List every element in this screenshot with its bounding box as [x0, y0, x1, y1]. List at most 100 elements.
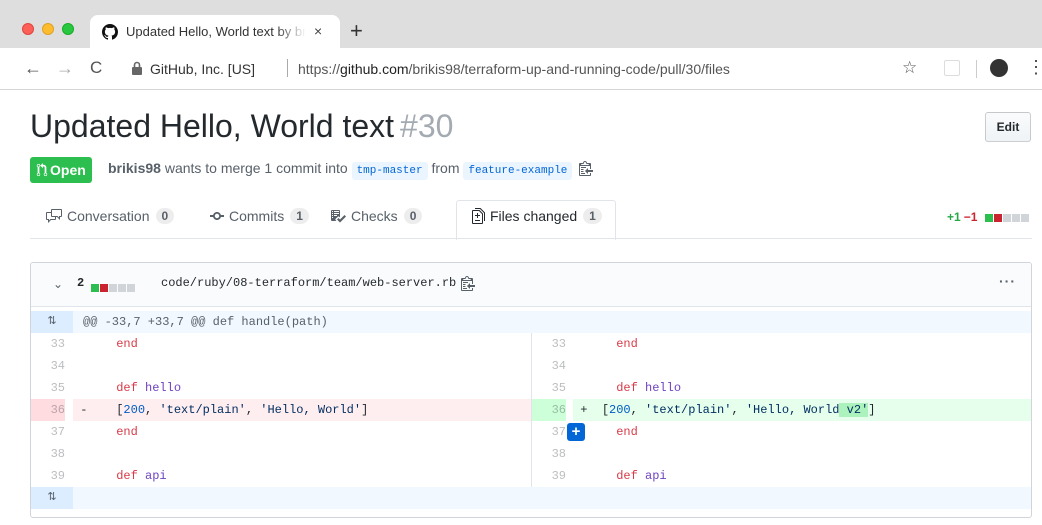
- expand-down-icon[interactable]: ⇅: [31, 487, 73, 509]
- deletions-count: −1: [963, 210, 978, 224]
- base-branch[interactable]: tmp-master: [351, 162, 428, 180]
- browser-menu-icon[interactable]: ⋮: [1027, 57, 1042, 77]
- tab-files-changed-label: Files changed: [490, 208, 578, 224]
- status-badge: Open: [30, 157, 92, 183]
- url-path: /brikis98/terraform-up-and-running-code/…: [408, 61, 730, 77]
- diffstat-blocks: [984, 211, 1030, 225]
- hunk-header: ⇅ @@ -33,7 +33,7 @@ def handle(path): [31, 311, 1031, 333]
- tab-commits-label: Commits: [229, 208, 285, 224]
- left-line-number[interactable]: 34: [31, 355, 65, 377]
- lock-icon[interactable]: [132, 61, 142, 75]
- expand-up-icon[interactable]: ⇅: [31, 311, 73, 333]
- add-comment-button[interactable]: +: [567, 423, 585, 441]
- maximize-window-button[interactable]: [62, 23, 74, 35]
- left-line-number[interactable]: 38: [31, 443, 65, 465]
- copy-path-icon[interactable]: [461, 275, 475, 291]
- diff-line: 35 def hello 35 def hello: [31, 377, 1031, 399]
- close-window-button[interactable]: [22, 23, 34, 35]
- status-label: Open: [50, 162, 86, 178]
- left-code: def api: [116, 469, 167, 483]
- file-diff: ⌄ 2 code/ruby/08-terraform/team/web-serv…: [30, 262, 1032, 518]
- left-line-number[interactable]: 33: [31, 333, 65, 355]
- head-branch[interactable]: feature-example: [463, 162, 573, 180]
- new-tab-button[interactable]: +: [350, 20, 363, 42]
- right-code: def api: [616, 469, 667, 483]
- address-divider: [287, 59, 288, 77]
- merge-description: wants to merge 1 commit into: [164, 160, 348, 176]
- left-line-number[interactable]: 39: [31, 465, 65, 487]
- right-line-number[interactable]: 34: [532, 355, 566, 377]
- diff-line: 37 end 37 end +: [31, 421, 1031, 443]
- tab-checks-label: Checks: [351, 208, 398, 224]
- bookmark-star-icon[interactable]: ☆: [902, 58, 917, 78]
- right-code: end: [616, 425, 638, 439]
- from-label: from: [431, 160, 460, 176]
- tab-commits[interactable]: Commits 1: [210, 208, 309, 224]
- back-button[interactable]: ←: [24, 58, 42, 78]
- file-path[interactable]: code/ruby/08-terraform/team/web-server.r…: [161, 276, 456, 290]
- left-line-number[interactable]: 35: [31, 377, 65, 399]
- right-code: [573, 443, 1031, 465]
- tab-conversation[interactable]: Conversation 0: [46, 208, 175, 224]
- site-identity[interactable]: GitHub, Inc. [US]: [150, 61, 255, 77]
- url-host: github.com: [340, 61, 409, 77]
- pr-meta: brikis98 wants to merge 1 commit into tm…: [108, 160, 594, 180]
- copy-icon[interactable]: [579, 160, 594, 176]
- right-line-number[interactable]: 37: [532, 421, 566, 443]
- right-line-number[interactable]: 33: [532, 333, 566, 355]
- edit-button[interactable]: Edit: [985, 112, 1031, 142]
- pr-title-text: Updated Hello, World text: [30, 108, 395, 144]
- extension-icon[interactable]: [944, 60, 960, 76]
- left-code: end: [116, 337, 138, 351]
- tab-nav-border: [30, 238, 1032, 239]
- tab-conversation-count: 0: [155, 208, 175, 224]
- right-line-number[interactable]: 35: [532, 377, 566, 399]
- left-line-number[interactable]: 36: [31, 399, 65, 421]
- tab-conversation-label: Conversation: [67, 208, 150, 224]
- author-link[interactable]: brikis98: [108, 160, 161, 176]
- tab-commits-count: 1: [290, 208, 309, 224]
- page-title: Updated Hello, World text #30: [30, 108, 453, 145]
- diff-line: 34 34: [31, 355, 1031, 377]
- comment-discussion-icon: [46, 209, 62, 223]
- commit-icon: [210, 212, 224, 220]
- right-code: end: [616, 337, 638, 351]
- file-diff-icon: [472, 208, 485, 224]
- pr-number: #30: [400, 108, 454, 144]
- left-code: def hello: [116, 381, 182, 395]
- tab-files-changed[interactable]: Files changed 1: [472, 208, 602, 224]
- collapse-chevron-icon[interactable]: ⌄: [53, 277, 63, 291]
- url-scheme: https://: [298, 61, 341, 77]
- right-code: + [200, 'text/plain', 'Hello, World v2']: [573, 399, 1031, 421]
- browser-toolbar: ← → C GitHub, Inc. [US] https://github.c…: [0, 48, 1042, 90]
- profile-avatar[interactable]: [990, 59, 1008, 77]
- file-diffstat-blocks: [91, 279, 136, 297]
- close-tab-icon[interactable]: ×: [314, 23, 322, 39]
- forward-button[interactable]: →: [56, 58, 74, 78]
- left-code: [73, 443, 533, 465]
- tab-checks-count: 0: [403, 208, 423, 224]
- hunk-footer: ⇅: [31, 487, 1031, 509]
- pull-request-icon: [36, 163, 48, 177]
- right-line-number[interactable]: 38: [532, 443, 566, 465]
- browser-tab[interactable]: Updated Hello, World text by brikis98 ×: [90, 15, 340, 48]
- address-bar[interactable]: https://github.com/brikis98/terraform-up…: [298, 61, 730, 77]
- additions-count: +1: [947, 210, 961, 224]
- diff-line: 33 end 33 end: [31, 333, 1031, 355]
- diff-line: 39 def api 39 def api: [31, 465, 1031, 487]
- diff-line: 38 38: [31, 443, 1031, 465]
- right-code: def hello: [616, 381, 682, 395]
- hunk-header-text: @@ -33,7 +33,7 @@ def handle(path): [83, 315, 328, 329]
- file-actions-menu[interactable]: ···: [999, 273, 1016, 289]
- diffstat: +1 −1: [947, 210, 1030, 225]
- file-change-count: 2: [77, 276, 85, 290]
- browser-tabstrip: Updated Hello, World text by brikis98 × …: [0, 0, 1042, 48]
- reload-button[interactable]: C: [90, 58, 102, 78]
- right-line-number[interactable]: 36: [532, 399, 566, 421]
- right-code: [573, 355, 1031, 377]
- right-line-number[interactable]: 39: [532, 465, 566, 487]
- tab-checks[interactable]: Checks 0: [330, 208, 423, 224]
- minimize-window-button[interactable]: [42, 23, 54, 35]
- left-line-number[interactable]: 37: [31, 421, 65, 443]
- file-header: ⌄ 2 code/ruby/08-terraform/team/web-serv…: [31, 263, 1031, 307]
